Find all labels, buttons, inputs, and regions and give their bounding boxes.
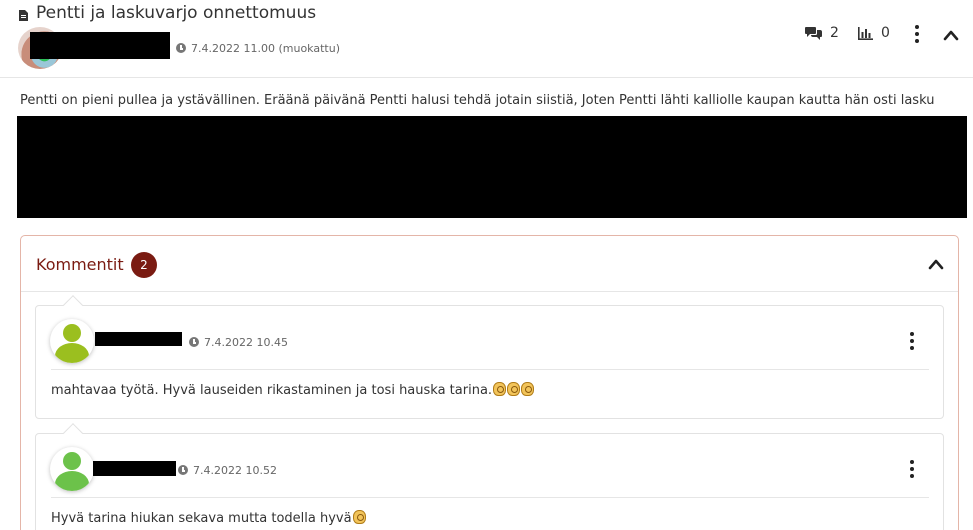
comment-item: 7.4.2022 10.45 mahtavaa työtä. Hyvä laus…	[35, 295, 944, 419]
clock-icon	[178, 465, 188, 475]
commenter-name-redacted	[95, 332, 182, 346]
comment-count-stat[interactable]: 2	[805, 25, 839, 41]
comments-icon	[805, 27, 822, 40]
document-icon	[19, 10, 28, 21]
collapse-comments-chevron-up-icon[interactable]	[928, 258, 944, 270]
comments-title: Kommentit	[36, 255, 124, 274]
ok-hand-emoji-icon	[521, 382, 535, 396]
comment-timestamp: 7.4.2022 10.52	[178, 464, 277, 477]
comment-text: mahtavaa työtä. Hyvä lauseiden rikastami…	[51, 382, 535, 398]
comment-text: Hyvä tarina hiukan sekava mutta todella …	[51, 510, 366, 526]
comments-panel: Kommentit 2 7.4.2022 10.45 mahtavaa työt…	[20, 235, 959, 530]
statistics-stat[interactable]: 0	[858, 25, 890, 41]
clock-icon	[189, 337, 199, 347]
collapse-post-chevron-up-icon[interactable]	[943, 29, 959, 41]
author-name-redacted	[30, 32, 170, 59]
comment-timestamp: 7.4.2022 10.45	[189, 336, 288, 349]
ok-hand-emoji-icon	[493, 382, 507, 396]
commenter-avatar[interactable]	[50, 447, 94, 491]
comment-count: 2	[830, 25, 839, 41]
bar-chart-icon	[858, 26, 873, 40]
commenter-avatar[interactable]	[50, 319, 94, 363]
comment-item: 7.4.2022 10.52 Hyvä tarina hiukan sekava…	[35, 423, 944, 530]
ok-hand-emoji-icon	[352, 510, 366, 524]
post-content-redacted	[17, 116, 967, 218]
post-menu-icon[interactable]	[912, 25, 922, 47]
comments-header[interactable]: Kommentit 2	[21, 236, 958, 292]
post-body-text: Pentti on pieni pullea ja ystävällinen. …	[20, 93, 935, 108]
comment-menu-icon[interactable]	[907, 460, 917, 482]
post-header: Pentti ja laskuvarjo onnettomuus 7.4.202…	[0, 0, 973, 78]
ok-hand-emoji-icon	[507, 382, 521, 396]
clock-icon	[176, 43, 186, 53]
comments-count-badge: 2	[131, 252, 157, 278]
statistics-count: 0	[881, 25, 890, 41]
post-timestamp: 7.4.2022 11.00 (muokattu)	[176, 42, 340, 55]
post-title: Pentti ja laskuvarjo onnettomuus	[36, 3, 317, 23]
commenter-name-redacted	[93, 461, 176, 476]
comment-menu-icon[interactable]	[907, 332, 917, 354]
